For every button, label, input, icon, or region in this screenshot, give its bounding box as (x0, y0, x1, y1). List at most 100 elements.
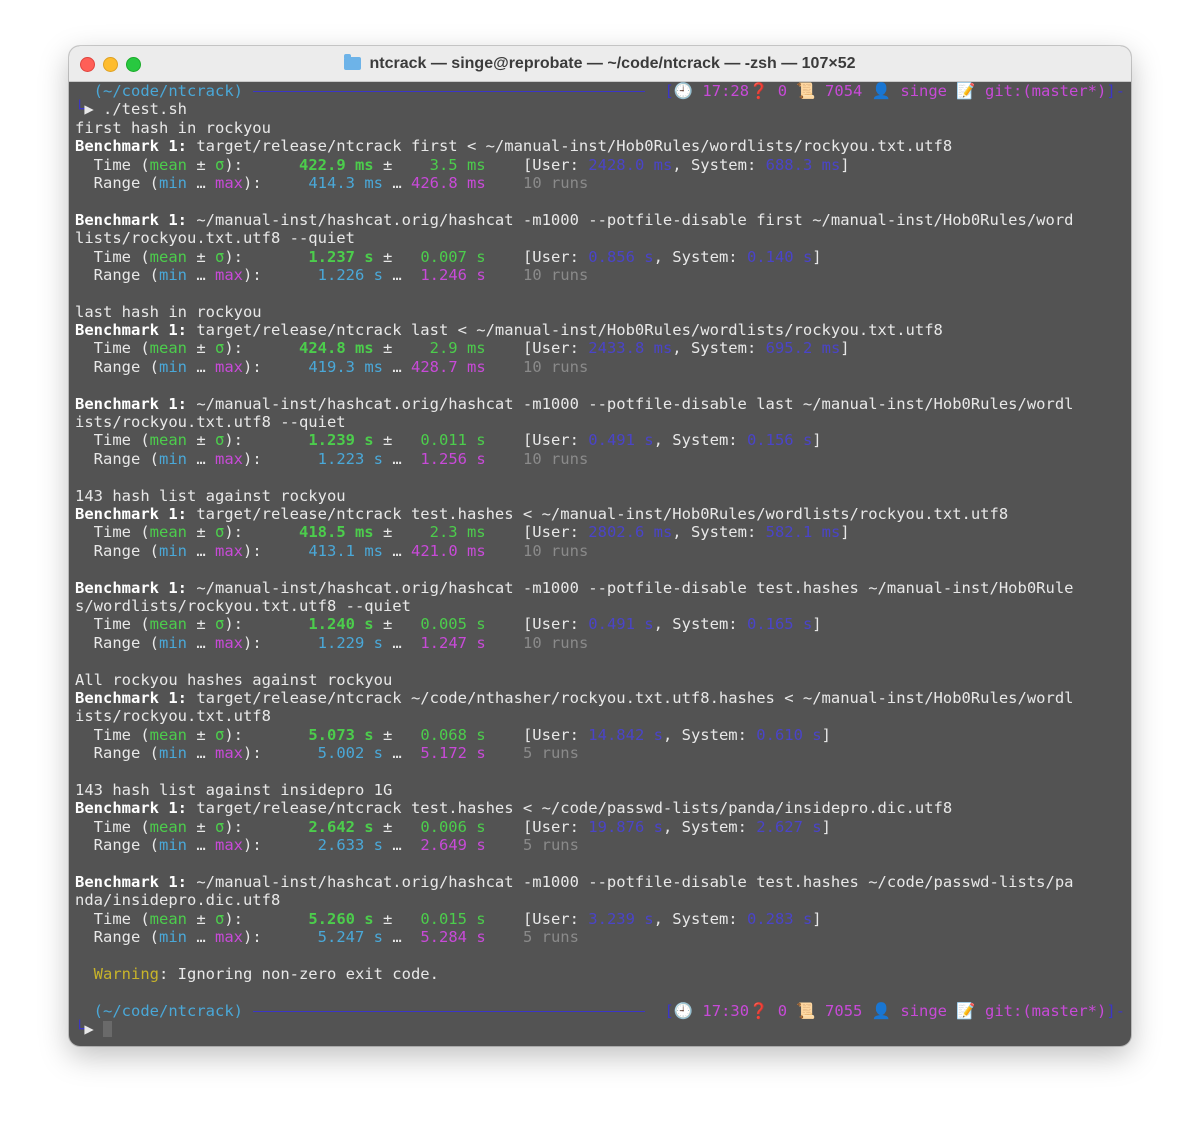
range-label: Range ( (75, 633, 159, 652)
history-icon: 📜 (796, 82, 826, 100)
ellipsis-label: … (383, 357, 411, 376)
terminal-output[interactable]: (~/code/ntcrack) [🕘 17:28❓ 0 📜 7054 👤 sin… (75, 82, 1125, 1038)
benchmark-label: Benchmark 1: (75, 578, 187, 597)
max-label: max (215, 633, 243, 652)
benchmark-command: s/wordlists/rockyou.txt.utf8 --quiet (75, 597, 1125, 615)
range-line: Range (min … max): 5.247 s … 5.284 s 5 r… (75, 928, 1125, 946)
cursor[interactable] (103, 1021, 113, 1038)
range-label: ): (243, 541, 299, 560)
max-value: 1.256 s (411, 449, 486, 468)
pm-label: ± (186, 247, 215, 266)
time-label: Time ( (75, 909, 150, 928)
prompt-path: (~/code/ntcrack) (93, 82, 243, 100)
mean-label: mean (149, 431, 187, 450)
benchmark-command-text: ~/manual-inst/hashcat.orig/hashcat -m100… (186, 872, 1074, 891)
range-label: Range ( (75, 744, 159, 763)
pm-label: ± (186, 817, 215, 836)
terminal-window[interactable]: ntcrack — singe@reprobate — ~/code/ntcra… (69, 46, 1131, 1046)
clock-icon: 🕘 (673, 82, 703, 100)
benchmark-command: Benchmark 1: ~/manual-inst/hashcat.orig/… (75, 395, 1125, 413)
pm-label: ± (373, 155, 411, 174)
benchmark-command-text: ~/manual-inst/hashcat.orig/hashcat -m100… (186, 210, 1074, 229)
clock-icon: 🕘 (673, 1001, 703, 1020)
benchmark-command: nda/insidepro.dic.utf8 (75, 891, 1125, 909)
time-line: Time (mean ± σ): 1.240 s ± 0.005 s [User… (75, 615, 1125, 633)
time-label: Time ( (75, 339, 150, 358)
range-line: Range (min … max): 1.226 s … 1.246 s 10 … (75, 266, 1125, 284)
pm-label: ± (186, 431, 215, 450)
range-label: Range ( (75, 449, 159, 468)
max-value: 428.7 ms (411, 357, 486, 376)
bracket-close: ] (821, 817, 831, 836)
prompt-line: (~/code/ntcrack) [🕘 17:30❓ 0 📜 7055 👤 sin… (75, 1002, 1125, 1020)
sigma-label: σ (214, 523, 225, 542)
section-heading: 143 hash list against insidepro 1G (75, 781, 1125, 799)
prompt-corner: └ (75, 1019, 85, 1038)
min-value: 1.223 s (299, 449, 383, 468)
min-label: min (159, 744, 187, 763)
user-value: 0.856 s (588, 247, 654, 266)
prompt-left: (~/code/ntcrack) (75, 1002, 243, 1020)
time-label: ): (224, 615, 290, 634)
bracket-close: ] (840, 155, 850, 174)
section-heading: All rockyou hashes against rockyou (75, 671, 1125, 689)
mean-value: 5.260 s (289, 909, 374, 928)
mean-label: mean (149, 523, 187, 542)
prompt-corner: └ (75, 100, 85, 119)
time-line: Time (mean ± σ): 5.260 s ± 0.015 s [User… (75, 910, 1125, 928)
range-label: ): (243, 265, 299, 284)
time-line: Time (mean ± σ): 418.5 ms ± 2.3 ms [User… (75, 523, 1125, 541)
prompt-rule (253, 1010, 645, 1012)
time-label: ): (224, 909, 290, 928)
prompt-git: git:(master*) (985, 1001, 1107, 1020)
ellipsis-label: … (187, 927, 215, 946)
system-value: 695.2 ms (765, 339, 841, 358)
time-line: Time (mean ± σ): 2.642 s ± 0.006 s [User… (75, 818, 1125, 836)
time-label: Time ( (75, 247, 150, 266)
range-label: ): (243, 744, 299, 763)
prompt-time: 17:28 (702, 82, 750, 100)
mean-value: 5.073 s (289, 725, 374, 744)
min-label: min (159, 173, 187, 192)
min-value: 2.633 s (299, 836, 383, 855)
prompt-bracket: ]- (1106, 82, 1125, 100)
user-value: 19.876 s (588, 817, 663, 836)
system-label: , System: (662, 817, 757, 836)
range-line: Range (min … max): 413.1 ms … 421.0 ms 1… (75, 542, 1125, 560)
prompt-corner (75, 1002, 94, 1020)
max-value: 426.8 ms (411, 173, 486, 192)
max-label: max (215, 927, 243, 946)
runs-value: 5 runs (522, 836, 579, 855)
ellipsis-label: … (383, 633, 411, 652)
max-value: 2.649 s (411, 836, 486, 855)
ellipsis-label: … (187, 449, 215, 468)
pm-label: ± (373, 909, 411, 928)
user-label: [User: (485, 817, 589, 836)
question-icon: ❓ (749, 82, 769, 100)
runs-value: 5 runs (522, 744, 579, 763)
range-line: Range (min … max): 414.3 ms … 426.8 ms 1… (75, 174, 1125, 192)
mean-value: 1.240 s (289, 615, 374, 634)
user-label: [User: (485, 909, 589, 928)
prompt-git: git:(master*) (985, 82, 1107, 100)
runs-value: 5 runs (522, 927, 579, 946)
warning-text: : Ignoring non-zero exit code. (159, 964, 439, 983)
system-value: 0.156 s (746, 431, 813, 450)
ellipsis-label: … (383, 836, 411, 855)
system-value: 582.1 ms (765, 523, 841, 542)
pm-label: ± (186, 909, 215, 928)
range-label: ): (243, 173, 299, 192)
system-label: , System: (653, 909, 747, 928)
time-label: ): (224, 431, 290, 450)
system-label: , System: (672, 523, 766, 542)
pm-label: ± (186, 523, 215, 542)
time-label: Time ( (75, 155, 150, 174)
range-label: ): (243, 357, 299, 376)
title-bar[interactable]: ntcrack — singe@reprobate — ~/code/ntcra… (69, 46, 1131, 82)
benchmark-label: Benchmark 1: (75, 210, 187, 229)
